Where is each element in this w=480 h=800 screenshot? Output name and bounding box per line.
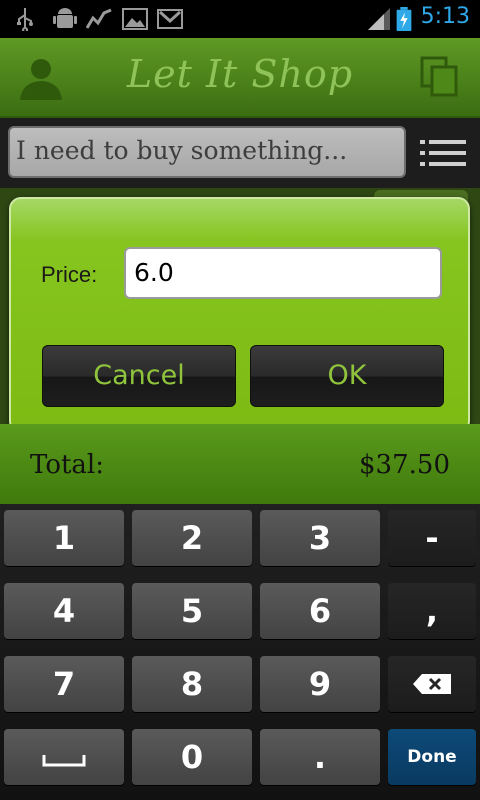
space-key[interactable] (4, 729, 124, 785)
key-7[interactable]: 7 (4, 656, 124, 712)
total-row: Total: $37.50 (0, 424, 480, 504)
total-label: Total: (30, 450, 105, 480)
price-label: Price: (41, 262, 98, 287)
status-bar: 5:13 (0, 0, 480, 38)
price-input[interactable]: 6.0 (124, 247, 442, 299)
key-9[interactable]: 9 (260, 656, 380, 712)
android-debug-icon (53, 8, 77, 28)
signal-icon (368, 8, 390, 30)
gmail-icon (157, 9, 183, 29)
activity-chart-icon (86, 8, 112, 29)
key-3[interactable]: 3 (260, 510, 380, 566)
key-6[interactable]: 6 (260, 583, 380, 639)
item-input[interactable]: I need to buy something... (8, 126, 406, 178)
backspace-icon (413, 674, 451, 694)
key-8[interactable]: 8 (132, 656, 252, 712)
ok-button[interactable]: OK (250, 345, 444, 407)
backspace-key[interactable] (388, 656, 476, 712)
space-icon (42, 755, 86, 767)
gallery-icon (122, 8, 148, 30)
search-row: I need to buy something... (0, 118, 480, 188)
key-1[interactable]: 1 (4, 510, 124, 566)
usb-icon (17, 8, 33, 31)
key-0[interactable]: 0 (132, 729, 252, 785)
numeric-keyboard: 1 2 3 - 4 5 6 , 7 8 9 0 . Done (0, 504, 480, 800)
key-5[interactable]: 5 (132, 583, 252, 639)
list-icon[interactable] (420, 138, 466, 168)
done-key[interactable]: Done (388, 729, 476, 785)
app-bar: Let It Shop (0, 38, 480, 118)
key-minus[interactable]: - (388, 510, 476, 566)
key-comma[interactable]: , (388, 583, 476, 639)
key-2[interactable]: 2 (132, 510, 252, 566)
copy-icon[interactable] (420, 56, 460, 98)
key-4[interactable]: 4 (4, 583, 124, 639)
clock: 5:13 (420, 4, 470, 29)
key-period[interactable]: . (260, 729, 380, 785)
battery-charging-icon (396, 7, 412, 31)
price-dialog: Price: 6.0 Cancel OK (9, 197, 470, 433)
app-title: Let It Shop (126, 52, 354, 96)
total-value: $37.50 (359, 450, 450, 480)
cancel-button[interactable]: Cancel (42, 345, 236, 407)
